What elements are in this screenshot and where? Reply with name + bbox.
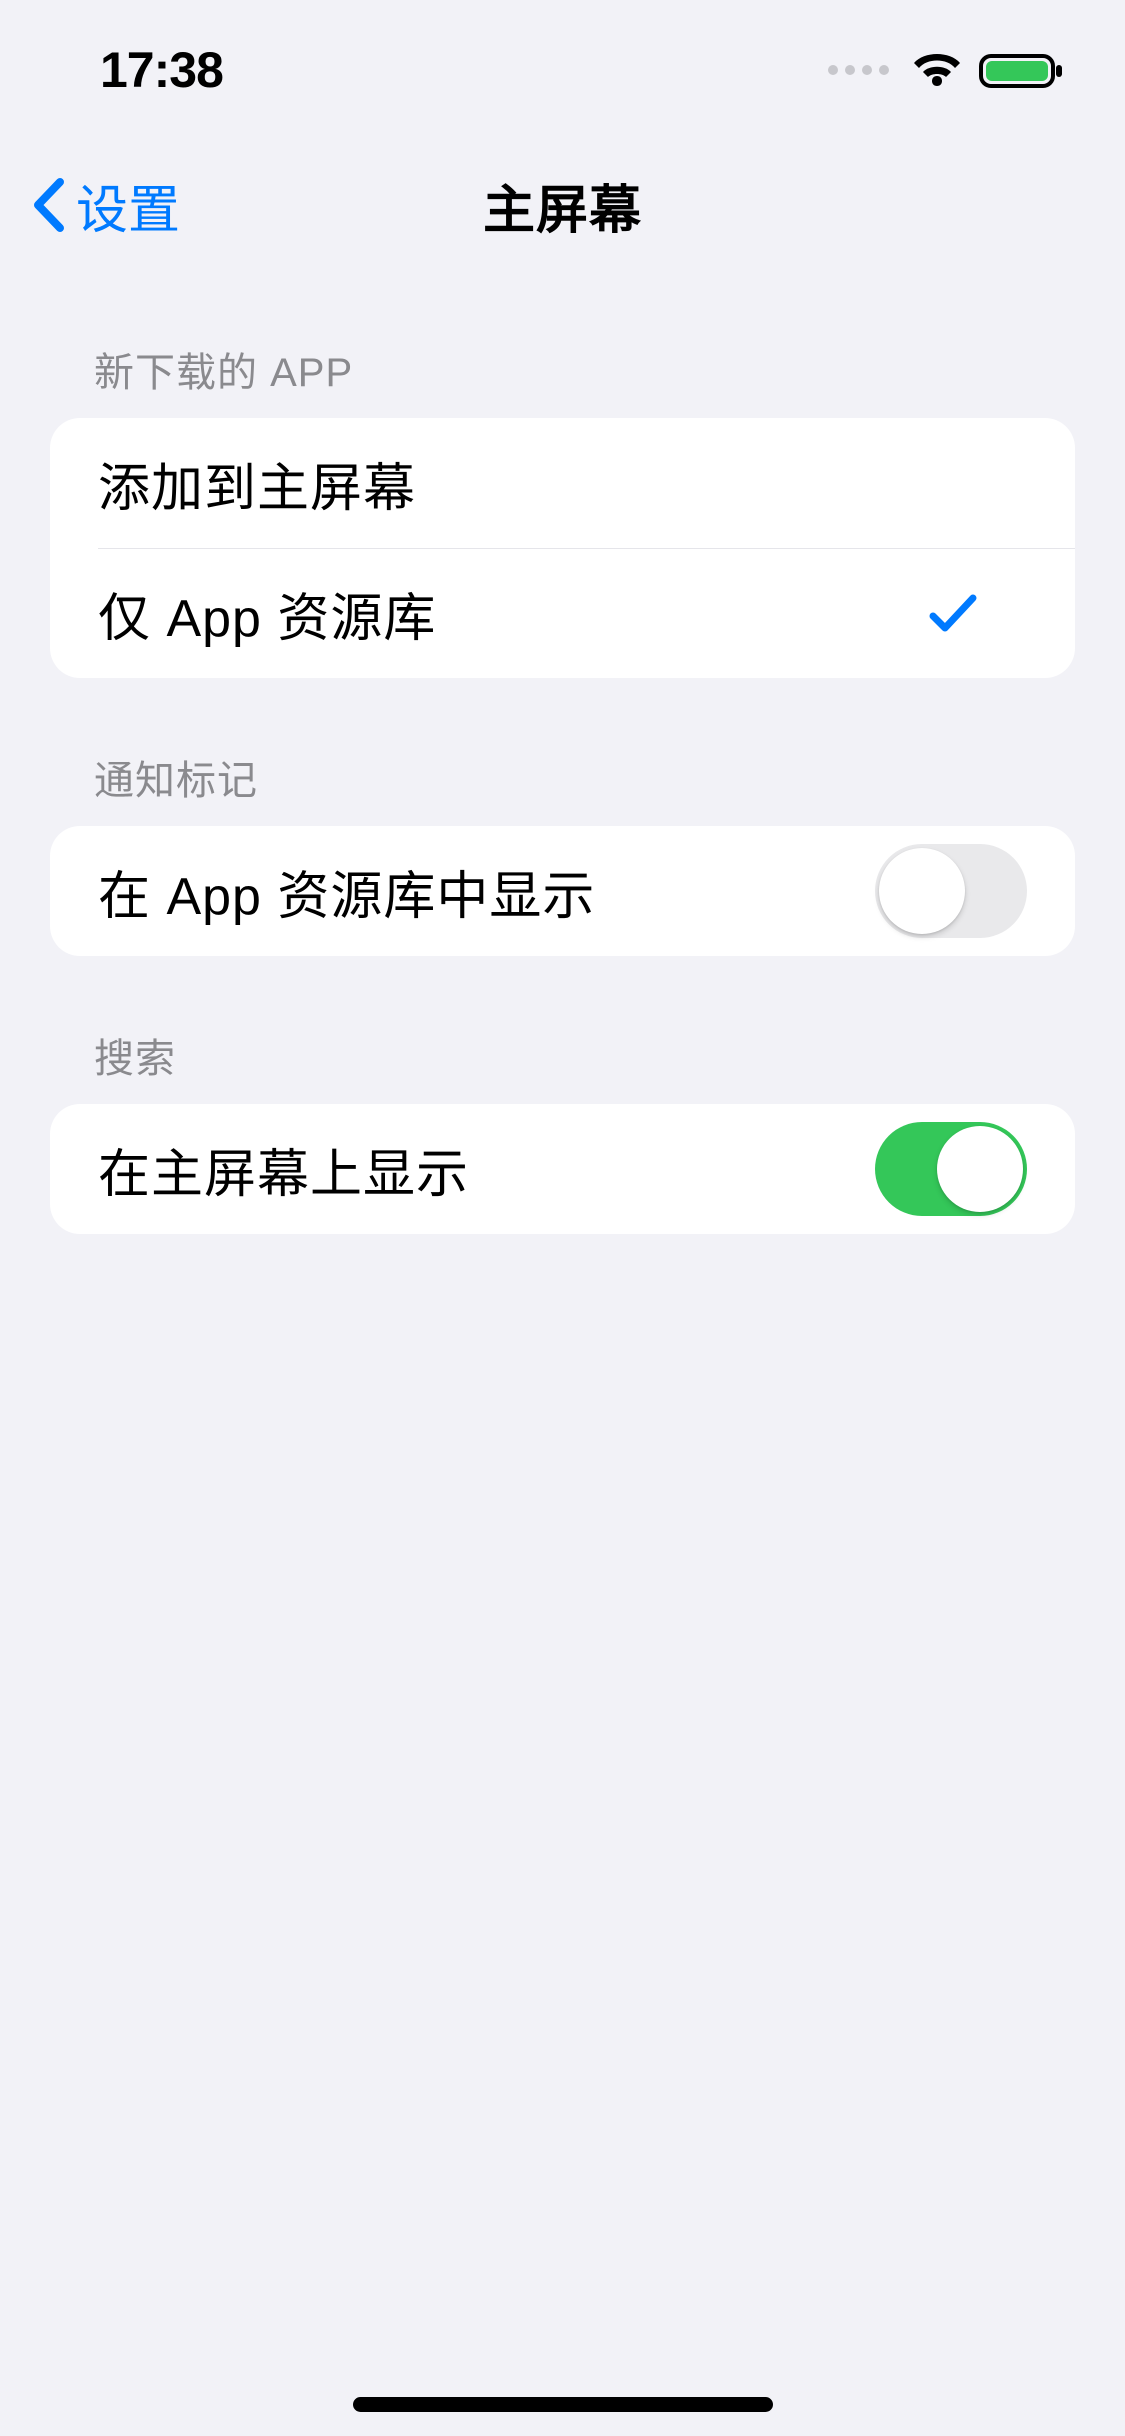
status-time: 17:38: [100, 41, 223, 99]
checkmark-icon: [927, 590, 1027, 638]
group-badges: 在 App 资源库中显示: [50, 826, 1075, 956]
page-title: 主屏幕: [483, 168, 642, 243]
section-header-new-apps: 新下载的 APP: [50, 340, 1075, 418]
home-indicator[interactable]: [353, 2397, 773, 2412]
section-new-apps: 新下载的 APP 添加到主屏幕 仅 App 资源库: [0, 340, 1125, 678]
group-new-apps: 添加到主屏幕 仅 App 资源库: [50, 418, 1075, 678]
chevron-left-icon: [30, 176, 66, 234]
status-bar: 17:38: [0, 0, 1125, 140]
toggle-knob: [937, 1126, 1023, 1212]
toggle-show-on-home[interactable]: [875, 1122, 1027, 1216]
section-header-badges: 通知标记: [50, 748, 1075, 826]
back-button[interactable]: 设置: [30, 168, 180, 243]
battery-icon: [979, 50, 1065, 90]
option-label: 仅 App 资源库: [98, 576, 436, 651]
section-search: 搜索 在主屏幕上显示: [0, 1026, 1125, 1234]
row-label: 在主屏幕上显示: [98, 1132, 469, 1207]
section-badges: 通知标记 在 App 资源库中显示: [0, 748, 1125, 956]
nav-bar: 设置 主屏幕: [0, 140, 1125, 270]
row-show-in-library: 在 App 资源库中显示: [50, 826, 1075, 956]
back-label: 设置: [76, 168, 180, 243]
wifi-icon: [911, 50, 963, 90]
status-indicators: [828, 50, 1065, 90]
cellular-signal-icon: [828, 65, 889, 75]
section-header-search: 搜索: [50, 1026, 1075, 1104]
row-label: 在 App 资源库中显示: [98, 854, 595, 929]
option-add-to-home[interactable]: 添加到主屏幕: [50, 418, 1075, 548]
toggle-show-in-library[interactable]: [875, 844, 1027, 938]
row-show-on-home: 在主屏幕上显示: [50, 1104, 1075, 1234]
option-app-library-only[interactable]: 仅 App 资源库: [98, 548, 1075, 678]
option-label: 添加到主屏幕: [98, 446, 416, 521]
toggle-knob: [879, 848, 965, 934]
group-search: 在主屏幕上显示: [50, 1104, 1075, 1234]
